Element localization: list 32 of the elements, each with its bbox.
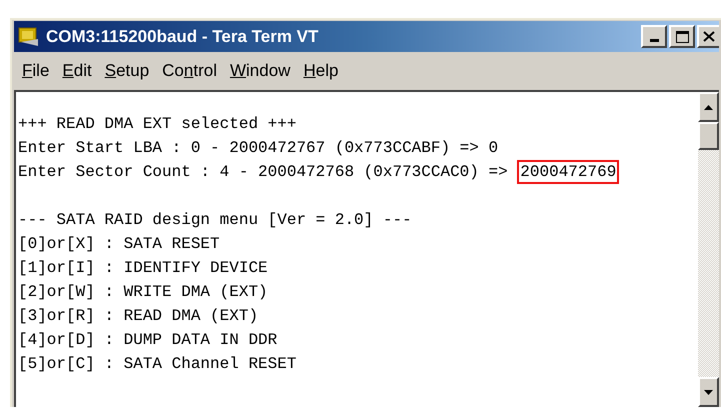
minimize-button[interactable] [641,25,667,48]
terminal-line: [3]or[R] : READ DMA (EXT) [18,306,258,327]
terminal-line: +++ READ DMA EXT selected +++ [18,114,296,135]
terminal-line: [2]or[W] : WRITE DMA (EXT) [18,282,268,303]
close-button[interactable] [697,25,719,48]
close-icon [703,31,715,42]
menu-item[interactable]: Help [298,58,344,84]
maximize-button[interactable] [669,25,695,48]
maximize-icon [676,30,688,42]
menu-item[interactable]: Control [157,58,222,84]
menu-item[interactable]: Edit [57,58,97,84]
scrollbar[interactable] [698,92,719,407]
app-icon [18,26,40,46]
terminal-line: Enter Sector Count : 4 - 2000472768 (0x773CCAC0) => [18,162,509,183]
down-arrow-icon [704,390,713,394]
window-title: COM3:115200baud - Tera Term VT [46,26,318,48]
terminal-line: --- SATA RAID design menu [Ver = 2.0] --- [18,210,412,231]
scroll-down-button[interactable] [698,377,719,407]
scroll-up-button[interactable] [698,92,719,122]
menu-item[interactable]: File [17,58,54,84]
scroll-thumb[interactable] [698,122,719,150]
terminal-line: [4]or[D] : DUMP DATA IN DDR [18,330,278,351]
menu-item[interactable]: Window [224,58,296,84]
menu-item[interactable]: Setup [100,58,154,84]
terminal-line: [1]or[I] : IDENTIFY DEVICE [18,258,268,279]
terminal-line: Enter Start LBA : 0 - 2000472767 (0x773CCABF) => [18,138,480,159]
up-arrow-icon [704,104,713,110]
terminal-line: [0]or[X] : SATA RESET [18,234,220,255]
highlight-box: 2000472769 [517,160,620,184]
minimize-icon [650,39,658,42]
typed-value: 0 [488,138,498,159]
terminal-line: [5]or[C] : SATA Channel RESET [18,354,296,375]
